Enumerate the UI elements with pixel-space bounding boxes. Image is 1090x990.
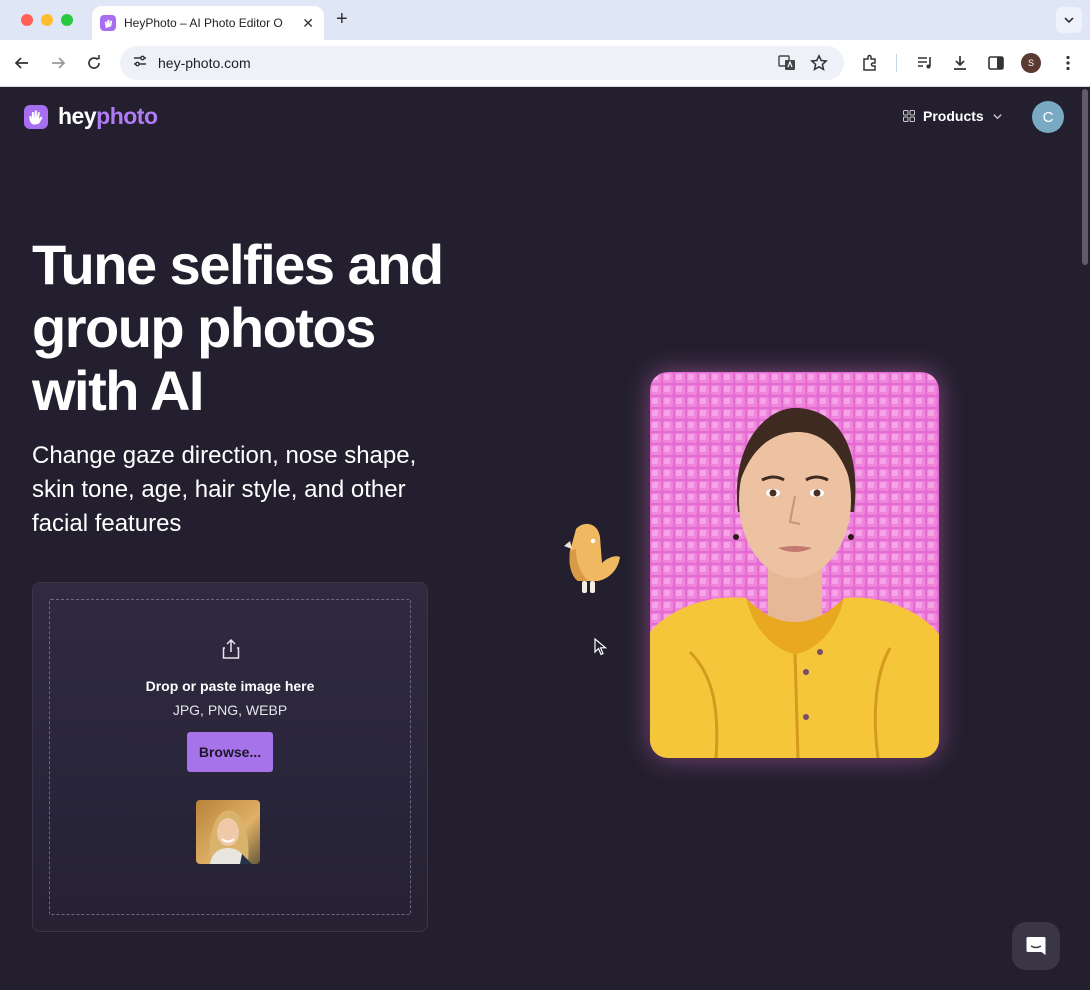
upload-icon bbox=[220, 638, 242, 660]
logo-photo: photo bbox=[96, 103, 158, 129]
heyphoto-logo[interactable]: heyphoto bbox=[24, 103, 158, 130]
sample-image-thumbnail[interactable] bbox=[196, 800, 260, 864]
user-avatar[interactable]: C bbox=[1032, 101, 1064, 133]
maximize-window-button[interactable] bbox=[61, 14, 73, 26]
side-panel-icon[interactable] bbox=[985, 52, 1007, 74]
chevron-down-icon bbox=[993, 113, 1002, 119]
close-window-button[interactable] bbox=[21, 14, 33, 26]
download-icon[interactable] bbox=[949, 52, 971, 74]
page-scrollbar[interactable] bbox=[1082, 89, 1088, 265]
mascot-bird-illustration bbox=[562, 521, 624, 597]
browser-profile-avatar[interactable]: S bbox=[1021, 53, 1041, 73]
upload-card: Drop or paste image here JPG, PNG, WEBP … bbox=[32, 582, 428, 932]
hero-subtitle: Change gaze direction, nose shape, skin … bbox=[32, 442, 417, 537]
chat-support-button[interactable] bbox=[1012, 922, 1060, 970]
new-tab-button[interactable]: + bbox=[336, 9, 348, 29]
site-settings-icon[interactable] bbox=[132, 53, 148, 74]
media-control-icon[interactable] bbox=[914, 52, 936, 74]
browser-tab[interactable]: HeyPhoto – AI Photo Editor O ✕ bbox=[92, 6, 324, 40]
logo-hey: hey bbox=[58, 103, 97, 129]
forward-icon[interactable] bbox=[47, 52, 69, 74]
extensions-icon[interactable] bbox=[859, 52, 881, 74]
browser-tabstrip: HeyPhoto – AI Photo Editor O ✕ + bbox=[0, 0, 1090, 40]
url-text: hey-photo.com bbox=[158, 55, 251, 71]
chevron-down-icon bbox=[1064, 17, 1074, 24]
page-viewport: heyphoto Products C Tune selfies and gro… bbox=[0, 87, 1090, 990]
translate-icon[interactable] bbox=[778, 54, 796, 77]
chat-icon bbox=[1026, 937, 1046, 955]
back-icon[interactable] bbox=[11, 52, 33, 74]
hand-logo-icon bbox=[24, 104, 48, 129]
heyphoto-favicon-icon bbox=[100, 15, 116, 31]
image-dropzone[interactable]: Drop or paste image here JPG, PNG, WEBP … bbox=[49, 599, 411, 915]
accepted-formats: JPG, PNG, WEBP bbox=[172, 702, 288, 718]
browse-button[interactable]: Browse... bbox=[187, 732, 273, 772]
hero-title: Tune selfies and group photos with AI bbox=[32, 233, 444, 422]
more-menu-icon[interactable] bbox=[1057, 52, 1079, 74]
toolbar-divider bbox=[896, 54, 897, 72]
example-portrait-image bbox=[650, 372, 939, 758]
tab-search-button[interactable] bbox=[1056, 7, 1082, 33]
products-menu-button[interactable]: Products bbox=[903, 108, 1003, 124]
minimize-window-button[interactable] bbox=[41, 14, 53, 26]
browser-toolbar: hey-photo.com S bbox=[0, 40, 1090, 87]
bookmark-star-icon[interactable] bbox=[810, 54, 828, 77]
reload-icon[interactable] bbox=[83, 52, 105, 74]
drop-title: Drop or paste image here bbox=[145, 678, 315, 694]
grid-icon bbox=[903, 110, 915, 122]
tab-close-icon[interactable]: ✕ bbox=[302, 15, 314, 32]
tab-title: HeyPhoto – AI Photo Editor O bbox=[124, 16, 283, 30]
mouse-pointer-icon bbox=[594, 637, 608, 656]
products-label: Products bbox=[923, 108, 984, 124]
logo-wordmark: heyphoto bbox=[58, 103, 158, 130]
address-bar[interactable]: hey-photo.com bbox=[120, 46, 844, 80]
